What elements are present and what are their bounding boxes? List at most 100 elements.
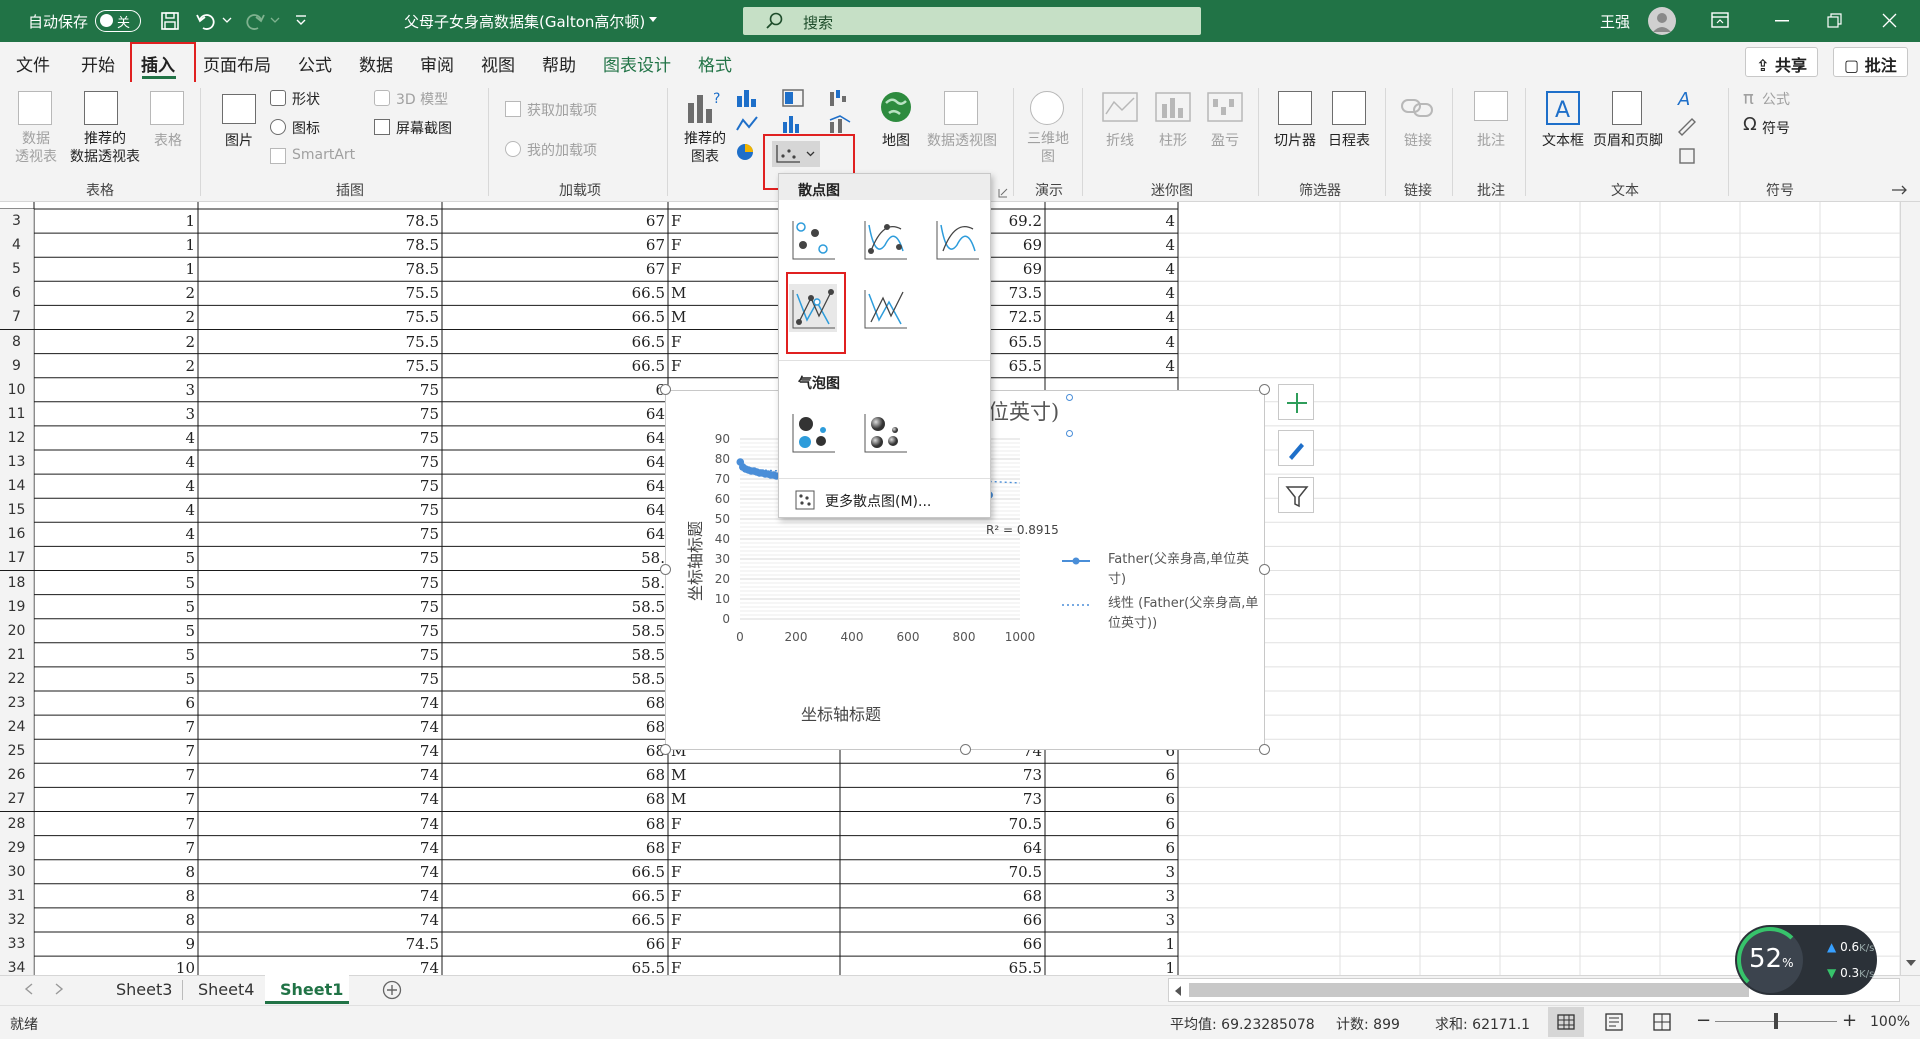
slicer-button[interactable]: 切片器: [1270, 130, 1320, 150]
row-header[interactable]: 31: [0, 883, 34, 908]
table-cell[interactable]: 7: [37, 715, 195, 739]
row-header[interactable]: 28: [0, 811, 34, 836]
sheet-tab-sheet4[interactable]: Sheet4: [198, 980, 254, 999]
table-cell[interactable]: 2: [37, 305, 195, 329]
table-cell[interactable]: 75: [201, 402, 439, 426]
statistic-chart-icon[interactable]: [781, 114, 805, 134]
table-cell[interactable]: 75: [201, 619, 439, 643]
row-header[interactable]: 32: [0, 907, 34, 932]
table-cell[interactable]: M: [671, 787, 837, 811]
row-header[interactable]: 13: [0, 450, 34, 474]
bubble-3d-option[interactable]: [861, 408, 909, 456]
table-cell[interactable]: 74: [201, 739, 439, 763]
signature-line-icon[interactable]: [1676, 116, 1698, 136]
sparkline-line-button[interactable]: 折线: [1100, 130, 1140, 150]
table-cell[interactable]: 64: [843, 836, 1042, 860]
scroll-left-icon[interactable]: [1173, 985, 1183, 997]
header-footer-button[interactable]: 页眉和页脚: [1588, 130, 1668, 150]
header-footer-icon[interactable]: [1612, 91, 1642, 125]
sheet-tab-sheet1[interactable]: Sheet1: [280, 980, 343, 999]
table-cell[interactable]: 5: [37, 595, 195, 619]
table-cell[interactable]: 75: [201, 546, 439, 570]
row-header[interactable]: 24: [0, 715, 34, 740]
table-cell[interactable]: 74: [201, 860, 439, 884]
tab-view[interactable]: 视图: [481, 51, 515, 76]
table-cell[interactable]: 8: [37, 860, 195, 884]
row-header[interactable]: 8: [0, 329, 34, 354]
table-cell[interactable]: 4: [1048, 354, 1175, 378]
table-cell[interactable]: 74: [201, 884, 439, 908]
prev-sheet-icon[interactable]: [24, 983, 34, 995]
undo-dropdown-icon[interactable]: [222, 16, 232, 24]
row-header[interactable]: 21: [0, 642, 34, 667]
timeline-button[interactable]: 日程表: [1324, 130, 1374, 150]
new-comment-icon[interactable]: [1474, 91, 1508, 121]
table-icon[interactable]: [150, 91, 184, 125]
sparkline-line-icon[interactable]: [1102, 92, 1138, 122]
pictures-icon[interactable]: [222, 94, 256, 124]
table-cell[interactable]: 6: [1048, 787, 1175, 811]
recommended-pivot-button[interactable]: 推荐的 数据透视表: [60, 130, 150, 166]
table-cell[interactable]: 58.5: [445, 595, 665, 619]
undo-icon[interactable]: [195, 11, 217, 31]
pie-chart-icon[interactable]: [735, 142, 759, 162]
table-cell[interactable]: 75: [201, 450, 439, 474]
table-cell[interactable]: 58.: [445, 546, 665, 570]
table-cell[interactable]: 5: [37, 643, 195, 667]
row-header[interactable]: 4: [0, 233, 34, 258]
chart-title[interactable]: 位英寸): [988, 400, 1059, 424]
table-cell[interactable]: 5: [37, 619, 195, 643]
resize-handle-left[interactable]: [660, 564, 671, 575]
table-cell[interactable]: 58.: [445, 571, 665, 595]
scatter-chart-dropdown[interactable]: 散点图 气泡图 更多散点图(M)...: [778, 173, 991, 518]
table-cell[interactable]: 4: [37, 522, 195, 546]
y-axis-title[interactable]: 坐标轴标题: [686, 521, 705, 601]
table-cell[interactable]: 6: [1048, 763, 1175, 787]
table-cell[interactable]: 74.5: [201, 932, 439, 956]
resize-handle-bottom-right[interactable]: [1259, 744, 1270, 755]
table-cell[interactable]: 5: [37, 667, 195, 691]
table-button[interactable]: 表格: [146, 130, 190, 150]
table-cell[interactable]: 7: [37, 763, 195, 787]
redo-icon[interactable]: [244, 11, 266, 31]
autosave-toggle[interactable]: 关: [95, 10, 141, 32]
table-cell[interactable]: 4: [1048, 305, 1175, 329]
column-chart-icon[interactable]: [735, 88, 759, 108]
table-cell[interactable]: 64: [445, 402, 665, 426]
table-cell[interactable]: 3: [1048, 884, 1175, 908]
models3d-button[interactable]: 3D 模型: [396, 89, 448, 109]
shapes-button[interactable]: 形状: [292, 89, 320, 109]
table-cell[interactable]: 4: [1048, 257, 1175, 281]
bubble-option[interactable]: [789, 408, 837, 456]
models3d-icon[interactable]: [374, 90, 390, 106]
table-cell[interactable]: 8: [37, 884, 195, 908]
scatter-straight-option[interactable]: [861, 284, 909, 332]
recommended-charts-icon[interactable]: ?: [686, 89, 724, 125]
table-cell[interactable]: 75.5: [201, 305, 439, 329]
table-cell[interactable]: 66.5: [445, 330, 665, 354]
table-cell[interactable]: F: [671, 812, 837, 836]
table-cell[interactable]: 75: [201, 426, 439, 450]
customize-qat-icon[interactable]: [294, 13, 308, 27]
tab-format[interactable]: 格式: [698, 51, 732, 76]
slicer-icon[interactable]: [1278, 91, 1312, 125]
table-cell[interactable]: 67: [445, 209, 665, 233]
table-cell[interactable]: 4: [1048, 330, 1175, 354]
recommended-charts-button[interactable]: 推荐的 图表: [680, 130, 730, 166]
legend-entry-father[interactable]: Father(父亲身高,单位英寸): [1108, 550, 1260, 590]
zoom-out-icon[interactable]: −: [1696, 1010, 1711, 1031]
table-cell[interactable]: 74: [201, 715, 439, 739]
table-cell[interactable]: 65.5: [445, 956, 665, 975]
screenshot-icon[interactable]: [374, 119, 390, 135]
hierarchy-chart-icon[interactable]: [781, 88, 805, 108]
row-header[interactable]: 27: [0, 787, 34, 812]
table-cell[interactable]: 4: [1048, 209, 1175, 233]
scroll-down-icon[interactable]: [1905, 958, 1917, 968]
sparkline-column-icon[interactable]: [1155, 92, 1191, 122]
table-cell[interactable]: 2: [37, 354, 195, 378]
avatar[interactable]: [1648, 7, 1676, 35]
sparkline-column-button[interactable]: 柱形: [1153, 130, 1193, 150]
textbox-icon[interactable]: A: [1545, 90, 1581, 126]
table-cell[interactable]: 4: [37, 450, 195, 474]
ribbon-display-options-icon[interactable]: [1711, 12, 1729, 28]
